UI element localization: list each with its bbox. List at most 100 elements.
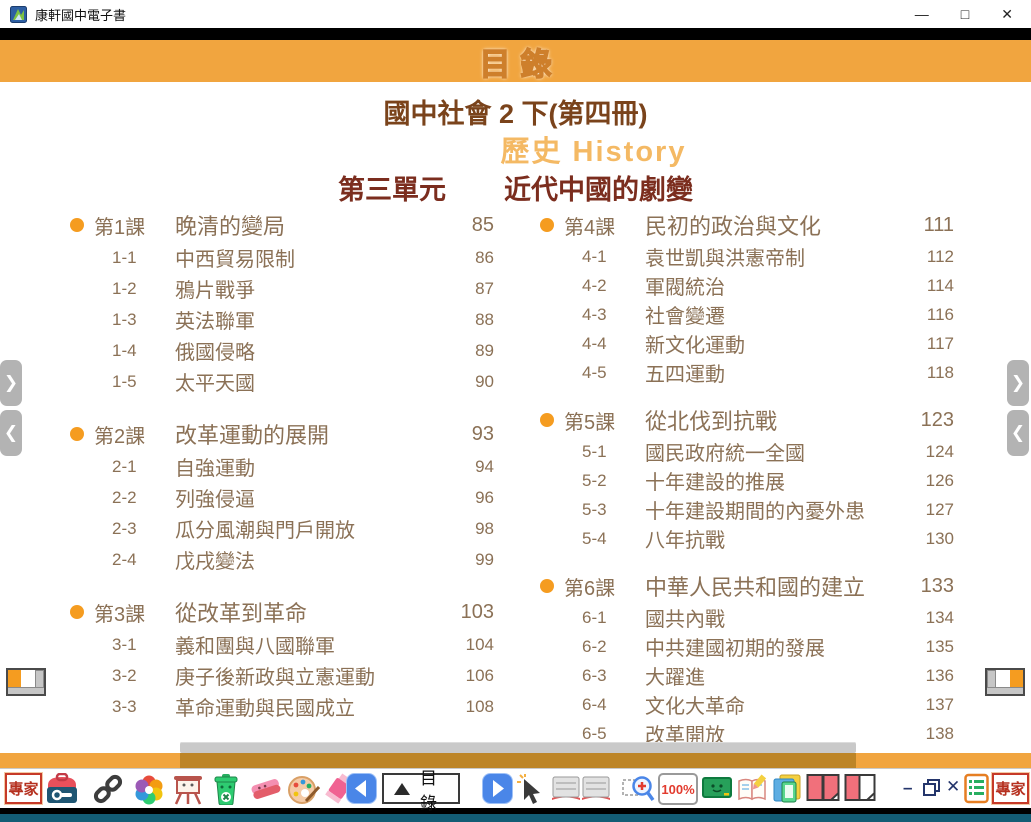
flip-back-icon[interactable]: ❮: [1007, 410, 1029, 456]
toc-section-row[interactable]: 4-5五四運動118: [534, 358, 954, 387]
flip-back-icon[interactable]: ❮: [0, 410, 22, 456]
page-corner-right-icon[interactable]: [985, 668, 1025, 696]
section-page: 112: [898, 247, 954, 267]
toc-section-row[interactable]: 1-3英法聯軍88: [64, 304, 494, 335]
lesson-page: 103: [438, 601, 494, 624]
page-selector[interactable]: 目錄: [382, 773, 460, 804]
page-corner-left-icon[interactable]: [6, 668, 46, 696]
toc-section-row[interactable]: 5-1國民政府統一全國124: [534, 437, 954, 466]
lesson-page: 85: [438, 214, 494, 237]
section-number: 2-4: [112, 550, 175, 570]
window-maximize-icon[interactable]: □: [961, 7, 969, 21]
section-title: 俄國侵略: [175, 336, 438, 365]
toc-section-row[interactable]: 3-1義和團與八國聯軍104: [64, 629, 494, 660]
section-page: 86: [438, 248, 494, 268]
toc-lesson-block: 第1課晚清的變局851-1中西貿易限制861-2鴉片戰爭871-3英法聯軍881…: [64, 208, 494, 397]
trash-icon[interactable]: [210, 773, 242, 805]
toc-section-row[interactable]: 4-1袁世凱與洪憲帝制112: [534, 242, 954, 271]
notebook-icon[interactable]: [736, 773, 768, 805]
lesson-title: 從改革到革命: [175, 596, 438, 628]
cursor-icon[interactable]: [516, 773, 546, 805]
toolbox-icon[interactable]: [44, 773, 80, 805]
zoom-magnifier-icon[interactable]: [622, 773, 656, 805]
toc-lesson-row[interactable]: 第4課民初的政治與文化111: [534, 208, 954, 242]
lesson-page: 133: [898, 575, 954, 598]
toc-section-row[interactable]: 5-2十年建設的推展126: [534, 466, 954, 495]
toc-section-row[interactable]: 1-1中西貿易限制86: [64, 242, 494, 273]
section-number: 3-1: [112, 635, 175, 655]
toc-section-row[interactable]: 1-5太平天國90: [64, 366, 494, 397]
section-page: 137: [898, 695, 954, 715]
bullet-icon: [540, 413, 554, 427]
toc-lesson-row[interactable]: 第1課晚清的變局85: [64, 208, 494, 242]
lesson-number: 第6課: [564, 572, 645, 601]
link-icon[interactable]: [92, 773, 124, 805]
section-page: 127: [898, 500, 954, 520]
section-number: 1-2: [112, 279, 175, 299]
toc-section-row[interactable]: 5-4八年抗戰130: [534, 524, 954, 553]
section-title: 新文化運動: [645, 329, 898, 358]
toc-section-row[interactable]: 2-3瓜分風潮與門戶開放98: [64, 513, 494, 544]
toc-page: 國中社會 2 下(第四冊) 歷史 History 第三單元 近代中國的劇變 第1…: [0, 82, 1031, 768]
section-number: 4-3: [582, 305, 645, 325]
expert-mode-button[interactable]: 專家: [5, 773, 42, 804]
expert-mode-button-right[interactable]: 專家: [992, 773, 1029, 804]
toc-section-row[interactable]: 6-3大躍進136: [534, 661, 954, 690]
color-wheel-icon[interactable]: [132, 773, 166, 805]
toc-lesson-row[interactable]: 第2課改革運動的展開93: [64, 417, 494, 451]
toc-section-row[interactable]: 1-4俄國侵略89: [64, 335, 494, 366]
zoom-level-button[interactable]: 100%: [658, 773, 698, 805]
toc-lesson-row[interactable]: 第3課從改革到革命103: [64, 595, 494, 629]
toc-section-row[interactable]: 5-3十年建設期間的內憂外患127: [534, 495, 954, 524]
section-number: 5-1: [582, 442, 645, 462]
blackboard-icon[interactable]: [702, 773, 732, 803]
devices-icon[interactable]: [770, 773, 802, 805]
toc-section-row[interactable]: 4-3社會變遷116: [534, 300, 954, 329]
section-page: 106: [438, 666, 494, 686]
section-title: 自強運動: [175, 452, 438, 481]
eraser-icon[interactable]: [248, 773, 284, 805]
page-bottom-strip: [0, 753, 1031, 768]
toc-lesson-row[interactable]: 第6課中華人民共和國的建立133: [534, 569, 954, 603]
section-page: 114: [898, 276, 954, 296]
single-page-icon[interactable]: [844, 773, 876, 803]
flip-forward-icon[interactable]: ❯: [0, 360, 22, 406]
app-close-icon[interactable]: ✕: [946, 778, 960, 795]
lesson-title: 從北伐到抗戰: [645, 404, 898, 436]
section-title: 國民政府統一全國: [645, 437, 898, 466]
toc-section-row[interactable]: 2-1自強運動94: [64, 451, 494, 482]
toc-column-left: 第1課晚清的變局851-1中西貿易限制861-2鴉片戰爭871-3英法聯軍881…: [64, 208, 494, 742]
checklist-icon[interactable]: [964, 773, 989, 804]
toc-section-row[interactable]: 1-2鴉片戰爭87: [64, 273, 494, 304]
window-close-icon[interactable]: ✕: [1001, 7, 1013, 21]
section-number: 5-2: [582, 471, 645, 491]
double-page-icon[interactable]: [806, 773, 840, 803]
section-title: 瓜分風潮與門戶開放: [175, 514, 438, 543]
toc-section-row[interactable]: 2-4戊戌變法99: [64, 544, 494, 575]
palette-icon[interactable]: [286, 773, 320, 805]
toc-section-row[interactable]: 3-3革命運動與民國成立108: [64, 691, 494, 722]
bullet-icon: [70, 605, 84, 619]
section-title: 大躍進: [645, 661, 898, 690]
bullet-icon: [70, 218, 84, 232]
section-number: 3-2: [112, 666, 175, 686]
flip-forward-icon[interactable]: ❯: [1007, 360, 1029, 406]
app-minimize-icon[interactable]: –: [903, 779, 912, 796]
toc-section-row[interactable]: 6-2中共建國初期的發展135: [534, 632, 954, 661]
toc-section-row[interactable]: 6-4文化大革命137: [534, 690, 954, 719]
toc-section-row[interactable]: 2-2列強侵逼96: [64, 482, 494, 513]
toc-section-row[interactable]: 6-1國共內戰134: [534, 603, 954, 632]
toc-section-row[interactable]: 4-4新文化運動117: [534, 329, 954, 358]
book-spread-icon[interactable]: [550, 773, 612, 803]
app-restore-icon[interactable]: [923, 779, 940, 796]
toc-section-row[interactable]: 3-2庚子後新政與立憲運動106: [64, 660, 494, 691]
window-minimize-icon[interactable]: —: [915, 7, 929, 21]
next-page-button[interactable]: [482, 773, 513, 804]
toc-lesson-block: 第2課改革運動的展開932-1自強運動942-2列強侵逼962-3瓜分風潮與門戶…: [64, 417, 494, 575]
horizontal-scrollbar[interactable]: [180, 742, 856, 753]
toc-section-row[interactable]: 4-2軍閥統治114: [534, 271, 954, 300]
easel-icon[interactable]: [171, 773, 205, 805]
toc-lesson-row[interactable]: 第5課從北伐到抗戰123: [534, 403, 954, 437]
section-title: 文化大革命: [645, 690, 898, 719]
prev-page-button[interactable]: [346, 773, 377, 804]
